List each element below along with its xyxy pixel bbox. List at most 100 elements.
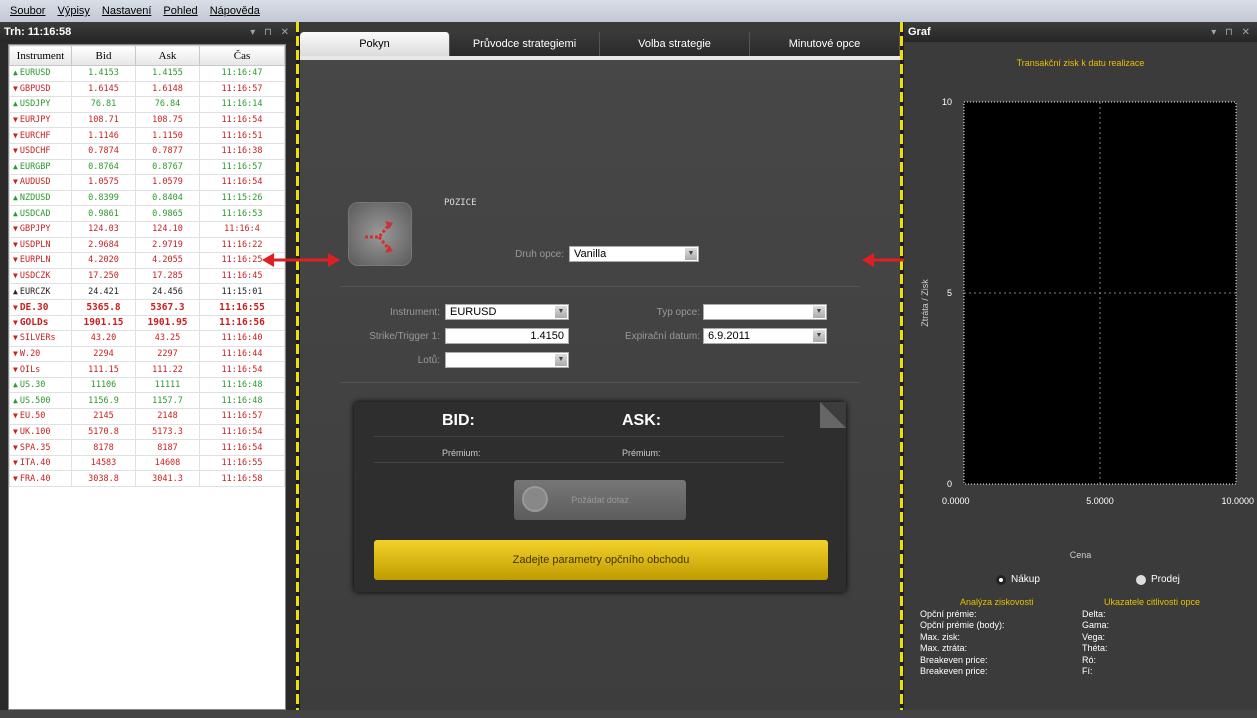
tab-pokyn[interactable]: Pokyn <box>300 32 450 56</box>
menu-pohled[interactable]: Pohled <box>163 5 197 17</box>
instrument-name: ITA.40 <box>19 458 51 469</box>
ask-cell: 8187 <box>135 439 200 456</box>
arrow-down-icon: ▼ <box>13 442 18 452</box>
col-time[interactable]: Čas <box>199 45 285 66</box>
market-row[interactable]: ▼ GOLDs 1901.15 1901.95 11:16:56 <box>9 314 285 332</box>
arrow-down-icon: ▼ <box>13 177 18 187</box>
market-row[interactable]: ▲ US.500 1156.9 1157.7 11:16:48 <box>9 392 285 410</box>
instrument-name: EURCHF <box>19 130 51 141</box>
sell-radio[interactable]: Prodej <box>1136 574 1180 585</box>
graph-panel: Graf ▾ ⊓ ✕ Transakční zisk k datu realiz… <box>904 22 1257 710</box>
market-row[interactable]: ▼ SILVERs 43.20 43.25 11:16:40 <box>9 330 285 347</box>
arrow-down-icon: ▼ <box>13 146 18 156</box>
menu-napoveda[interactable]: Nápověda <box>210 5 260 17</box>
sensitivity-row: Théta: <box>1082 643 1108 653</box>
chevron-down-icon[interactable]: ▼ <box>555 306 567 318</box>
profit-row: Breakeven price: <box>920 654 988 665</box>
instrument-name: EURJPY <box>19 115 51 126</box>
time-cell: 11:16:55 <box>199 454 285 472</box>
resize-arrow-left-icon[interactable] <box>262 252 340 268</box>
lots-select[interactable]: ▼ <box>445 352 569 368</box>
time-cell: 11:16:56 <box>199 314 285 332</box>
splitter-left[interactable] <box>296 22 299 710</box>
market-row[interactable]: ▼ GBPUSD 1.6145 1.6148 11:16:57 <box>9 80 285 98</box>
market-row[interactable]: ▲ US.30 11106 11111 11:16:48 <box>9 376 285 394</box>
arrow-up-icon: ▲ <box>13 161 18 171</box>
calendar-dropdown-icon[interactable]: ▼ <box>813 330 825 342</box>
ask-cell: 111.22 <box>135 361 200 378</box>
market-row[interactable]: ▼ DE.30 5365.8 5367.3 11:16:55 <box>9 298 285 316</box>
market-row[interactable]: ▼ AUDUSD 1.0575 1.0579 11:16:54 <box>9 174 285 191</box>
chevron-down-icon[interactable]: ▼ <box>555 354 567 366</box>
instrument-name: AUDUSD <box>19 177 51 188</box>
bid-cell: 2145 <box>71 408 136 425</box>
bid-cell: 0.7874 <box>71 142 136 160</box>
instrument-select[interactable]: EURUSD ▼ <box>445 304 569 320</box>
instrument-cell: ▼ EURJPY <box>9 111 72 129</box>
instrument-name: SILVERs <box>19 333 56 344</box>
instrument-name: UK.100 <box>19 426 51 437</box>
market-row[interactable]: ▲ NZDUSD 0.8399 0.8404 11:15:26 <box>9 189 285 207</box>
market-row[interactable]: ▼ USDCZK 17.250 17.285 11:16:45 <box>9 267 285 285</box>
time-cell: 11:16:38 <box>199 142 285 160</box>
buy-radio[interactable]: Nákup <box>996 574 1040 585</box>
y-tick-label: 0 <box>947 479 952 489</box>
menu-vypisy[interactable]: Výpisy <box>57 5 89 17</box>
bid-cell: 8178 <box>71 439 136 456</box>
quote-card: BID: ASK: Prémium: Prémium: Požádat dota… <box>354 402 846 592</box>
col-ask[interactable]: Ask <box>135 45 200 66</box>
instrument-name: GBPJPY <box>19 224 51 235</box>
profit-chart: 0 5 10 0.0000 5.0000 10.0000 <box>942 97 1254 506</box>
market-row[interactable]: ▼ GBPJPY 124.03 124.10 11:16:4 <box>9 220 285 238</box>
market-row[interactable]: ▼ FRA.40 3038.8 3041.3 11:16:58 <box>9 470 285 488</box>
market-row[interactable]: ▲ USDCAD 0.9861 0.9865 11:16:53 <box>9 205 285 222</box>
typ-opce-select[interactable]: ▼ <box>703 304 827 320</box>
strike-input[interactable]: 1.4150 <box>445 328 569 344</box>
time-cell: 11:16:54 <box>199 111 285 129</box>
request-quote-button[interactable]: Požádat dotaz <box>514 480 686 520</box>
market-row[interactable]: ▼ SPA.35 8178 8187 11:16:54 <box>9 439 285 456</box>
time-cell: 11:16:54 <box>199 423 285 441</box>
bid-cell: 1901.15 <box>71 314 136 332</box>
market-row[interactable]: ▲ USDJPY 76.81 76.84 11:16:14 <box>9 96 285 113</box>
arrow-down-icon: ▼ <box>13 115 18 125</box>
splitter-right[interactable] <box>900 22 903 710</box>
col-instrument[interactable]: Instrument <box>9 45 72 66</box>
market-row[interactable]: ▼ USDPLN 2.9684 2.9719 11:16:22 <box>9 236 285 254</box>
market-row[interactable]: ▲ EURCZK 24.421 24.456 11:15:01 <box>9 283 285 300</box>
panel-controls-icon[interactable]: ▾ ⊓ ✕ <box>250 27 292 38</box>
col-bid[interactable]: Bid <box>71 45 136 66</box>
panel-controls-icon[interactable]: ▾ ⊓ ✕ <box>1211 27 1253 38</box>
instrument-name: US.30 <box>19 380 46 391</box>
chevron-down-icon[interactable]: ▼ <box>813 306 825 318</box>
expiry-select[interactable]: 6.9.2011 ▼ <box>703 328 827 344</box>
market-row[interactable]: ▼ EURJPY 108.71 108.75 11:16:54 <box>9 111 285 129</box>
instrument-name: EURCZK <box>19 286 51 297</box>
market-row[interactable]: ▼ EURPLN 4.2020 4.2055 11:16:25 <box>9 252 285 269</box>
chevron-down-icon[interactable]: ▼ <box>685 248 697 260</box>
instrument-cell: ▼ UK.100 <box>9 423 72 441</box>
market-row[interactable]: ▼ W.20 2294 2297 11:16:44 <box>9 345 285 363</box>
market-row[interactable]: ▼ OILs 111.15 111.22 11:16:54 <box>9 361 285 378</box>
menu-nastaveni[interactable]: Nastavení <box>102 5 152 17</box>
market-row[interactable]: ▲ EURUSD 1.4153 1.4155 11:16:47 <box>9 65 285 82</box>
market-row[interactable]: ▼ EU.50 2145 2148 11:16:57 <box>9 408 285 425</box>
market-row[interactable]: ▼ ITA.40 14583 14608 11:16:55 <box>9 454 285 472</box>
order-tabs: Pokyn Průvodce strategiemi Volba strateg… <box>300 32 900 56</box>
menu-soubor[interactable]: Soubor <box>10 5 45 17</box>
page-curl <box>820 402 846 428</box>
submit-order-button[interactable]: Zadejte parametry opčního obchodu <box>374 540 828 580</box>
ask-cell: 0.9865 <box>135 205 200 222</box>
instrument-name: USDCZK <box>19 271 51 282</box>
tab-pruvodce[interactable]: Průvodce strategiemi <box>450 32 600 56</box>
market-row[interactable]: ▼ UK.100 5170.8 5173.3 11:16:54 <box>9 423 285 441</box>
tab-volba[interactable]: Volba strategie <box>600 32 750 56</box>
market-table-container: Instrument Bid Ask Čas ▲ EURUSD 1.4153 1.41… <box>8 44 286 710</box>
market-row[interactable]: ▼ USDCHF 0.7874 0.7877 11:16:38 <box>9 142 285 160</box>
market-row[interactable]: ▲ EURGBP 0.8764 0.8767 11:16:57 <box>9 158 285 176</box>
tab-minutove[interactable]: Minutové opce <box>750 32 900 56</box>
ask-cell: 1.1150 <box>135 127 200 144</box>
request-quote-icon <box>522 486 548 512</box>
market-row[interactable]: ▼ EURCHF 1.1146 1.1150 11:16:51 <box>9 127 285 144</box>
option-type-select[interactable]: Vanilla ▼ <box>569 246 699 262</box>
